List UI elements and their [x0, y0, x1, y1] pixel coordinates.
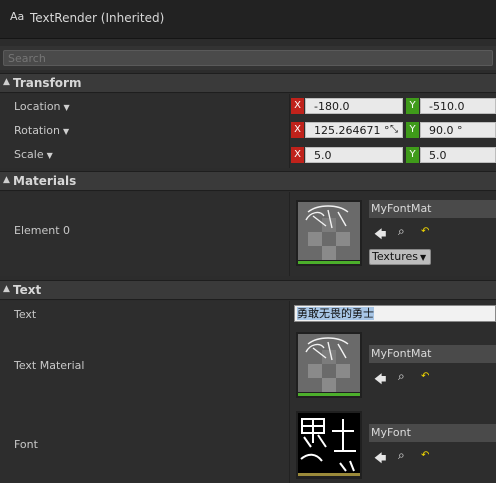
text-material-asset-name[interactable]: MyFontMat — [369, 345, 496, 363]
text-label: Text — [14, 308, 37, 321]
expand-arrow-icon: ▲ — [3, 284, 10, 294]
section-title: Materials — [13, 174, 77, 188]
scale-y-axis: Y — [406, 147, 419, 163]
browse-arrow-icon[interactable]: 🡄 — [374, 449, 386, 470]
text-material-label: Text Material — [14, 359, 85, 372]
text-value: 勇敢无畏的勇士 — [297, 307, 374, 320]
column-divider — [289, 94, 290, 168]
checker-preview — [298, 202, 360, 260]
asset-type-bar — [298, 393, 360, 396]
rotation-label[interactable]: Rotation ▼ — [14, 124, 69, 137]
font-preview-image — [298, 413, 360, 473]
font-label: Font — [14, 438, 38, 451]
font-glyph-preview — [298, 413, 360, 473]
expand-arrow-icon: ▲ — [3, 175, 10, 185]
text-value-field[interactable]: 勇敢无畏的勇士 — [294, 305, 496, 322]
textures-label: Textures — [372, 250, 418, 263]
browse-arrow-icon[interactable]: 🡄 — [374, 225, 386, 246]
dropdown-arrow-icon: ▼ — [63, 103, 70, 112]
section-title: Text — [13, 283, 42, 297]
scale-label[interactable]: Scale ▼ — [14, 148, 53, 161]
component-title: TextRender (Inherited) — [30, 11, 165, 25]
scale-label-text: Scale — [14, 148, 44, 161]
materials-section-header[interactable]: ▲ Materials — [0, 171, 496, 191]
rotation-x-axis: X — [291, 122, 304, 138]
search-input[interactable] — [3, 50, 493, 66]
location-y-axis: Y — [406, 98, 419, 114]
section-title: Transform — [13, 76, 82, 90]
scale-y-field[interactable]: 5.0 — [420, 147, 496, 163]
lock-icon[interactable]: ⤡ — [390, 124, 398, 135]
textures-dropdown[interactable]: Textures ▼ — [369, 249, 431, 265]
reset-icon[interactable]: ↶ — [421, 226, 429, 237]
scale-x-axis: X — [291, 147, 304, 163]
material-asset-name[interactable]: MyFontMat — [369, 200, 496, 218]
dropdown-arrow-icon: ▼ — [63, 127, 70, 136]
rotation-x-field[interactable]: 125.264671 ° — [305, 122, 403, 138]
column-divider — [289, 301, 290, 483]
location-x-axis: X — [291, 98, 304, 114]
transform-section-header[interactable]: ▲ Transform — [0, 73, 496, 93]
scale-x-field[interactable]: 5.0 — [305, 147, 403, 163]
asset-type-bar — [298, 261, 360, 264]
browse-arrow-icon[interactable]: 🡄 — [374, 370, 386, 391]
expand-arrow-icon: ▲ — [3, 77, 10, 87]
font-asset-name[interactable]: MyFont — [369, 424, 496, 442]
reset-icon[interactable]: ↶ — [421, 371, 429, 382]
text-render-icon: Aa — [10, 10, 25, 23]
dropdown-arrow-icon: ▼ — [420, 253, 427, 262]
text-section-header[interactable]: ▲ Text — [0, 280, 496, 300]
text-material-thumbnail[interactable] — [296, 332, 362, 398]
location-label[interactable]: Location ▼ — [14, 100, 70, 113]
asset-type-bar — [298, 473, 360, 476]
search-icon[interactable]: ⌕ — [398, 224, 405, 239]
material-thumbnail[interactable] — [296, 200, 362, 266]
rotation-label-text: Rotation — [14, 124, 61, 137]
search-icon[interactable]: ⌕ — [398, 369, 405, 384]
checker-preview — [298, 334, 360, 392]
material-preview-image — [298, 334, 360, 392]
element-0-label: Element 0 — [14, 224, 71, 237]
rotation-y-field[interactable]: 90.0 ° — [420, 122, 496, 138]
location-x-field[interactable]: -180.0 — [305, 98, 403, 114]
location-y-field[interactable]: -510.0 — [420, 98, 496, 114]
font-thumbnail[interactable] — [296, 411, 362, 479]
reset-icon[interactable]: ↶ — [421, 450, 429, 461]
material-preview-image — [298, 202, 360, 260]
location-label-text: Location — [14, 100, 61, 113]
column-divider — [289, 192, 290, 276]
rotation-y-axis: Y — [406, 122, 419, 138]
dropdown-arrow-icon: ▼ — [46, 151, 53, 160]
search-icon[interactable]: ⌕ — [398, 448, 405, 463]
